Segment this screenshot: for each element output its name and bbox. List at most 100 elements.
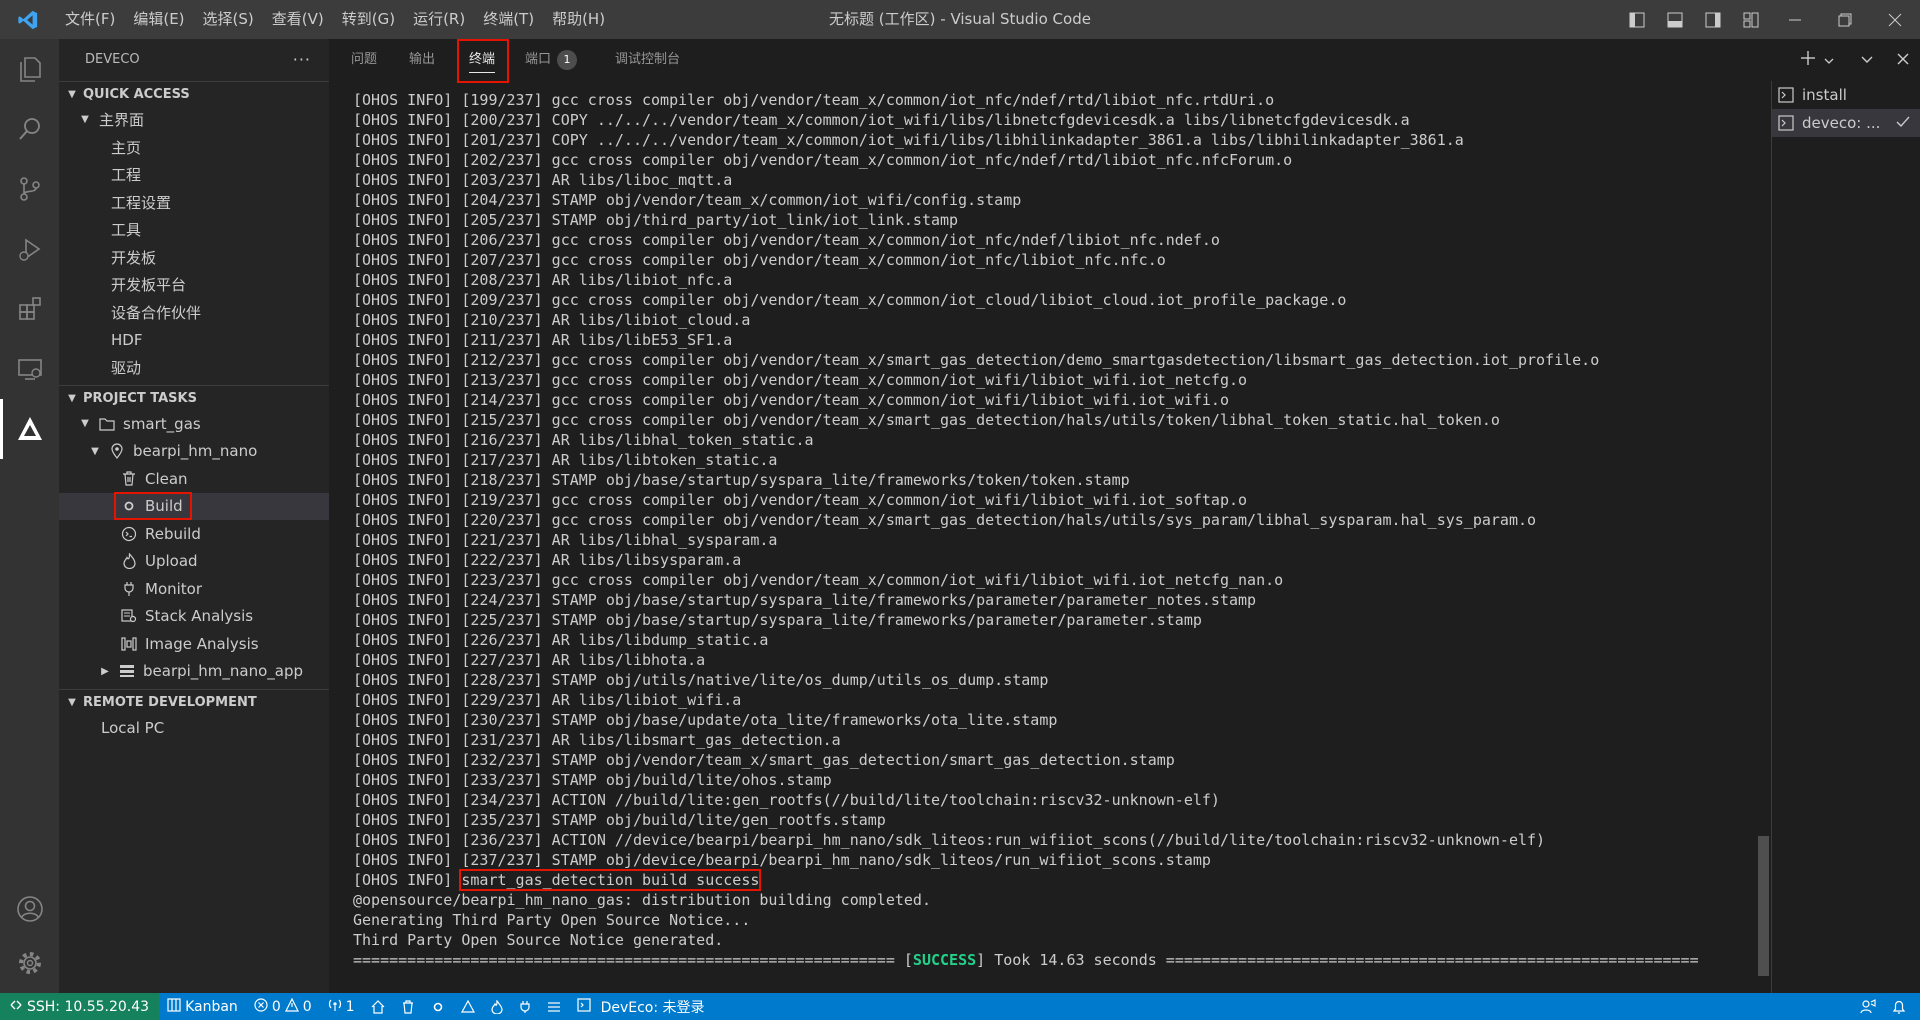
notifications-bell-icon[interactable] xyxy=(1884,993,1920,1020)
tree-item-local-pc[interactable]: Local PC xyxy=(59,714,329,742)
quick-access-item-4[interactable]: 开发板 xyxy=(59,244,329,272)
deveco-icon[interactable] xyxy=(0,399,59,459)
terminal-line: [OHOS INFO] [208/237] AR libs/libiot_nfc… xyxy=(353,271,733,289)
menu-item-6[interactable]: 终端(T) xyxy=(474,0,543,39)
quick-access-item-6[interactable]: 设备合作伙伴 xyxy=(59,299,329,327)
new-terminal-plus-icon[interactable] xyxy=(1800,50,1816,70)
source-control-icon[interactable] xyxy=(0,159,59,219)
menu-item-2[interactable]: 选择(S) xyxy=(194,0,263,39)
terminal-line: @opensource/bearpi_hm_nano_gas: distribu… xyxy=(353,891,931,909)
stack-icon xyxy=(121,608,137,624)
manage-gear-icon[interactable] xyxy=(0,933,59,993)
maximize-panel-chevron-icon[interactable] xyxy=(1860,51,1874,70)
explorer-icon[interactable] xyxy=(0,39,59,99)
panel-tab-1[interactable]: 输出 xyxy=(409,39,435,81)
terminal-line: Generating Third Party Open Source Notic… xyxy=(353,911,751,929)
quick-access-header[interactable]: ▼ QUICK ACCESS xyxy=(59,81,329,106)
toggle-secondary-sidebar-icon[interactable] xyxy=(1694,0,1732,39)
more-actions-icon[interactable]: ··· xyxy=(293,39,311,81)
chevron-down-icon: ▼ xyxy=(68,88,76,100)
tree-board-bearpi[interactable]: ▼ bearpi_hm_nano xyxy=(59,438,329,466)
terminal-line: [OHOS INFO] [207/237] gcc cross compiler… xyxy=(353,251,1166,269)
menu-item-3[interactable]: 查看(V) xyxy=(263,0,333,39)
terminal-line: [OHOS INFO] [217/237] AR libs/libtoken_s… xyxy=(353,451,778,469)
upload-status-flame-icon[interactable] xyxy=(483,993,511,1020)
terminal-dropdown-chevron-icon[interactable] xyxy=(1824,51,1834,70)
kanban-status[interactable]: Kanban xyxy=(159,993,246,1020)
toggle-panel-icon[interactable] xyxy=(1656,0,1694,39)
toggle-sidebar-icon[interactable] xyxy=(1618,0,1656,39)
clean-status-trash-icon[interactable] xyxy=(393,993,423,1020)
quick-access-item-7[interactable]: HDF xyxy=(59,326,329,354)
task-monitor[interactable]: Monitor xyxy=(59,575,329,603)
terminal-instance-1[interactable]: deveco: ... xyxy=(1772,109,1920,137)
feedback-icon[interactable] xyxy=(1852,993,1884,1020)
problems-status[interactable]: 0 0 xyxy=(246,993,320,1020)
panel-tab-3[interactable]: 端口 1 xyxy=(525,39,578,81)
build-status-circle-icon[interactable] xyxy=(423,993,453,1020)
remote-icon xyxy=(10,999,22,1015)
stack-status-icon[interactable] xyxy=(539,993,569,1020)
panel-tab-4[interactable]: 调试控制台 xyxy=(615,39,680,81)
quick-access-item-0[interactable]: 主页 xyxy=(59,134,329,162)
final-left-rule: ========================================… xyxy=(353,951,913,969)
terminal-instance-0[interactable]: install xyxy=(1772,81,1920,109)
task-upload[interactable]: Upload xyxy=(59,548,329,576)
task-clean[interactable]: Clean xyxy=(59,465,329,493)
terminal-line: [OHOS INFO] [225/237] STAMP obj/base/sta… xyxy=(353,611,1202,629)
circle-icon xyxy=(121,498,137,514)
ports-status[interactable]: 1 xyxy=(320,993,363,1020)
project-tasks-header[interactable]: ▼ PROJECT TASKS xyxy=(59,385,329,410)
plug-icon xyxy=(121,581,137,597)
terminal-panel: 问题 输出 终端 端口 1 调试控制台 [OHOS INFO] [199/237] gcc… xyxy=(329,39,1920,993)
restore-icon[interactable] xyxy=(1820,0,1870,39)
terminal-list: install deveco: ... xyxy=(1771,81,1920,993)
menu-item-7[interactable]: 帮助(H) xyxy=(543,0,614,39)
remote-indicator[interactable]: SSH: 10.55.20.43 xyxy=(0,993,160,1020)
chevron-down-icon: ▼ xyxy=(81,418,89,430)
quick-access-item-1[interactable]: 工程 xyxy=(59,161,329,189)
terminal-line: [OHOS INFO] [213/237] gcc cross compiler… xyxy=(353,371,1248,389)
tree-project-smart-gas[interactable]: ▼ smart_gas xyxy=(59,410,329,438)
chevron-down-icon: ▼ xyxy=(81,114,89,126)
terminal-line: [OHOS INFO] [232/237] STAMP obj/vendor/t… xyxy=(353,751,1175,769)
menu-item-4[interactable]: 转到(G) xyxy=(333,0,404,39)
tree-group-main[interactable]: ▼ 主界面 xyxy=(59,106,329,134)
remote-explorer-icon[interactable] xyxy=(0,339,59,399)
extensions-icon[interactable] xyxy=(0,279,59,339)
terminal-output[interactable]: [OHOS INFO] [199/237] gcc cross compiler… xyxy=(353,90,1783,970)
menu-item-0[interactable]: 文件(F) xyxy=(56,0,124,39)
task-build[interactable]: Build xyxy=(59,492,329,521)
close-panel-icon[interactable] xyxy=(1896,51,1910,70)
home-status-icon[interactable] xyxy=(363,993,393,1020)
chevron-down-icon: ▼ xyxy=(68,392,76,404)
menu-item-5[interactable]: 运行(R) xyxy=(404,0,474,39)
broadcast-icon xyxy=(328,998,342,1016)
quick-access-item-5[interactable]: 开发板平台 xyxy=(59,271,329,299)
remote-development-header[interactable]: ▼ REMOTE DEVELOPMENT xyxy=(59,689,329,714)
terminal-line: Third Party Open Source Notice generated… xyxy=(353,931,724,949)
task-image-analysis[interactable]: Image Analysis xyxy=(59,630,329,658)
monitor-status-plug-icon[interactable] xyxy=(511,993,539,1020)
minimize-icon[interactable] xyxy=(1770,0,1820,39)
close-window-icon[interactable] xyxy=(1870,0,1920,39)
rebuild-icon xyxy=(121,526,137,542)
quick-access-item-3[interactable]: 工具 xyxy=(59,216,329,244)
accounts-icon[interactable] xyxy=(0,879,59,939)
vscode-logo-icon xyxy=(0,0,56,39)
task-stack-analysis[interactable]: Stack Analysis xyxy=(59,603,329,631)
terminal-scrollbar-thumb[interactable] xyxy=(1758,836,1769,976)
rebuild-status-icon[interactable] xyxy=(453,993,483,1020)
terminal-line: [OHOS INFO] [231/237] AR libs/libsmart_g… xyxy=(353,731,841,749)
customize-layout-icon[interactable] xyxy=(1732,0,1770,39)
deveco-status[interactable]: DevEco: 未登录 xyxy=(569,993,713,1020)
task-rebuild[interactable]: Rebuild xyxy=(59,520,329,548)
panel-tab-0[interactable]: 问题 xyxy=(351,39,377,81)
run-debug-icon[interactable] xyxy=(0,219,59,279)
tree-app-bearpi-nano-app[interactable]: ▶ bearpi_hm_nano_app xyxy=(59,658,329,686)
quick-access-item-8[interactable]: 驱动 xyxy=(59,354,329,382)
terminal-line: [OHOS INFO] [200/237] COPY ../../../vend… xyxy=(353,111,1410,129)
menu-item-1[interactable]: 编辑(E) xyxy=(124,0,193,39)
search-icon[interactable] xyxy=(0,99,59,159)
quick-access-item-2[interactable]: 工程设置 xyxy=(59,189,329,217)
